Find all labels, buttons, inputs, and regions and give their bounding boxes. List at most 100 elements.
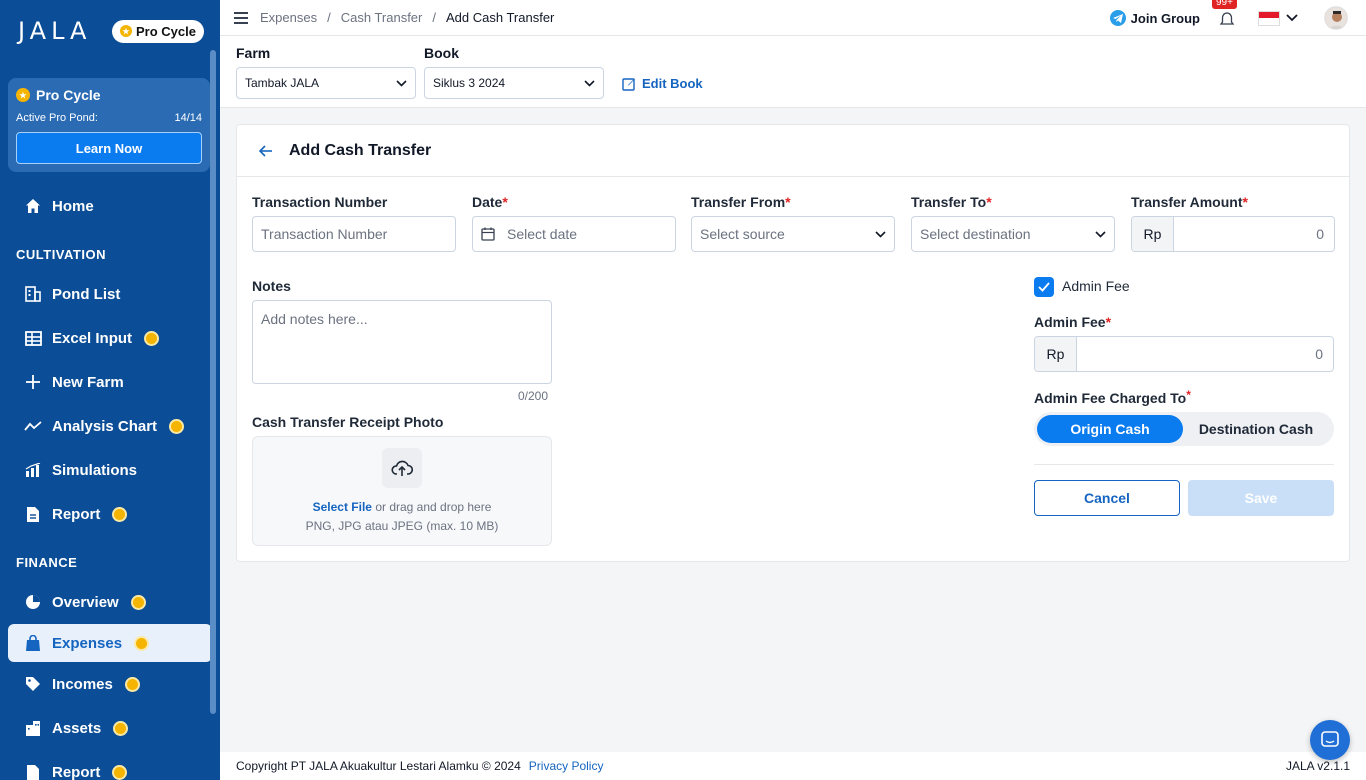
check-icon <box>1038 282 1050 292</box>
transfer-amount-value: 0 <box>1316 226 1324 242</box>
admin-fee-charged-to-label: Admin Fee Charged To* <box>1034 388 1191 406</box>
pro-badge-icon <box>144 330 160 346</box>
sidebar-item-label: Report <box>52 763 101 780</box>
back-arrow-icon[interactable] <box>259 144 273 157</box>
transfer-to-select[interactable]: Select destination <box>911 216 1115 252</box>
language-selector[interactable] <box>1250 10 1298 26</box>
chart-line-icon <box>24 417 42 435</box>
book-label: Book <box>424 45 459 61</box>
notification-count: 99+ <box>1212 0 1237 9</box>
select-file-link[interactable]: Select File <box>313 500 372 514</box>
admin-fee-checkbox-label[interactable]: Admin Fee <box>1062 278 1130 294</box>
pro-card-title: Pro Cycle <box>36 87 101 103</box>
pie-icon <box>24 593 42 611</box>
farm-select[interactable]: Tambak JALA <box>236 67 416 99</box>
join-group-link[interactable]: Join Group <box>1109 10 1200 26</box>
edit-icon <box>622 77 635 91</box>
report-icon <box>24 763 42 780</box>
finance-section-label: FINANCE <box>16 554 78 570</box>
notes-textarea[interactable]: Add notes here... <box>252 300 552 384</box>
currency-prefix: Rp <box>1035 337 1077 371</box>
breadcrumb: Expenses / Cash Transfer / Add Cash Tran… <box>260 10 554 25</box>
plus-icon <box>24 373 42 391</box>
sidebar-scrollbar[interactable] <box>210 50 216 714</box>
menu-icon[interactable] <box>234 11 248 24</box>
notes-label: Notes <box>252 278 291 294</box>
notification-button[interactable]: 99+ <box>1212 0 1238 28</box>
active-pro-pond-label: Active Pro Pond: <box>16 112 98 124</box>
chevron-down-icon <box>1095 230 1106 238</box>
breadcrumb-expenses[interactable]: Expenses <box>260 10 317 25</box>
sidebar-item-report[interactable]: Report <box>0 492 220 536</box>
chevron-down-icon <box>584 79 595 87</box>
admin-fee-checkbox[interactable] <box>1034 277 1054 297</box>
breadcrumb-separator: / <box>327 10 331 25</box>
receipt-upload-dropzone[interactable]: Select File or drag and drop here PNG, J… <box>252 436 552 546</box>
sidebar-item-pond-list[interactable]: Pond List <box>0 272 220 316</box>
chevron-down-icon <box>1286 14 1298 22</box>
sidebar-item-label: Overview <box>52 593 119 611</box>
origin-cash-option[interactable]: Origin Cash <box>1037 415 1183 443</box>
building-icon <box>24 719 42 737</box>
breadcrumb-current: Add Cash Transfer <box>446 10 555 25</box>
cultivation-section-label: CULTIVATION <box>16 246 106 262</box>
destination-cash-option[interactable]: Destination Cash <box>1183 415 1329 443</box>
admin-fee-input[interactable]: Rp 0 <box>1034 336 1334 372</box>
sidebar-item-label: Excel Input <box>52 329 133 347</box>
transfer-amount-input[interactable]: Rp 0 <box>1131 216 1335 252</box>
sidebar-item-expenses[interactable]: Expenses <box>8 624 212 662</box>
privacy-policy-link[interactable]: Privacy Policy <box>529 759 604 773</box>
farm-book-filter-bar: Farm Tambak JALA Book Siklus 3 2024 Edit… <box>220 36 1366 108</box>
pro-cycle-card: ★ Pro Cycle Active Pro Pond: 14/14 Learn… <box>8 78 210 172</box>
divider <box>1034 464 1334 465</box>
cancel-button[interactable]: Cancel <box>1034 480 1180 516</box>
sidebar-item-incomes[interactable]: Incomes <box>0 662 220 706</box>
sidebar-item-overview[interactable]: Overview <box>0 580 220 624</box>
top-bar: Expenses / Cash Transfer / Add Cash Tran… <box>220 0 1366 36</box>
transfer-from-select[interactable]: Select source <box>691 216 895 252</box>
sidebar-item-assets[interactable]: Assets <box>0 706 220 750</box>
transaction-number-placeholder: Transaction Number <box>261 226 388 242</box>
chevron-down-icon <box>875 230 886 238</box>
sidebar: JALA ★ Pro Cycle ★ Pro Cycle Active Pro … <box>0 0 220 780</box>
jala-logo[interactable]: JALA <box>18 17 91 45</box>
chat-support-button[interactable] <box>1310 720 1350 760</box>
sidebar-item-finance-report[interactable]: Report <box>0 750 220 780</box>
transaction-number-input[interactable]: Transaction Number <box>252 216 456 252</box>
save-button[interactable]: Save <box>1188 480 1334 516</box>
sidebar-item-analysis-chart[interactable]: Analysis Chart <box>0 404 220 448</box>
drag-drop-text: or drag and drop here <box>375 500 492 514</box>
tag-icon <box>24 675 42 693</box>
learn-now-button[interactable]: Learn Now <box>16 132 202 164</box>
breadcrumb-separator: / <box>432 10 436 25</box>
sidebar-item-home[interactable]: Home <box>0 184 220 228</box>
sidebar-item-label: Home <box>52 197 94 215</box>
edit-book-button[interactable]: Edit Book <box>622 76 703 91</box>
avatar[interactable] <box>1324 6 1348 30</box>
pro-badge-icon <box>113 720 129 736</box>
table-icon <box>24 329 42 347</box>
farm-label: Farm <box>236 45 271 61</box>
calendar-icon <box>481 227 495 241</box>
admin-fee-charged-to-toggle: Origin Cash Destination Cash <box>1034 412 1334 446</box>
bell-icon <box>1219 12 1235 25</box>
sidebar-item-excel-input[interactable]: Excel Input <box>0 316 220 360</box>
book-select[interactable]: Siklus 3 2024 <box>424 67 604 99</box>
book-filter: Book Siklus 3 2024 <box>424 45 604 99</box>
book-select-value: Siklus 3 2024 <box>433 76 506 90</box>
admin-fee-value: 0 <box>1315 346 1323 362</box>
simulation-icon <box>24 461 42 479</box>
date-label: Date* <box>472 194 508 210</box>
breadcrumb-cash-transfer[interactable]: Cash Transfer <box>341 10 423 25</box>
sidebar-item-label: Assets <box>52 719 102 737</box>
pro-badge-icon <box>112 506 128 522</box>
sidebar-item-simulations[interactable]: Simulations <box>0 448 220 492</box>
farm-filter: Farm Tambak JALA <box>236 45 416 99</box>
receipt-photo-label: Cash Transfer Receipt Photo <box>252 414 444 430</box>
sidebar-item-new-farm[interactable]: New Farm <box>0 360 220 404</box>
date-picker[interactable]: Select date <box>472 216 676 252</box>
transfer-from-label: Transfer From* <box>691 194 791 210</box>
transaction-number-label: Transaction Number <box>252 194 388 210</box>
bag-icon <box>24 634 42 652</box>
pro-cycle-pill[interactable]: ★ Pro Cycle <box>112 19 204 43</box>
